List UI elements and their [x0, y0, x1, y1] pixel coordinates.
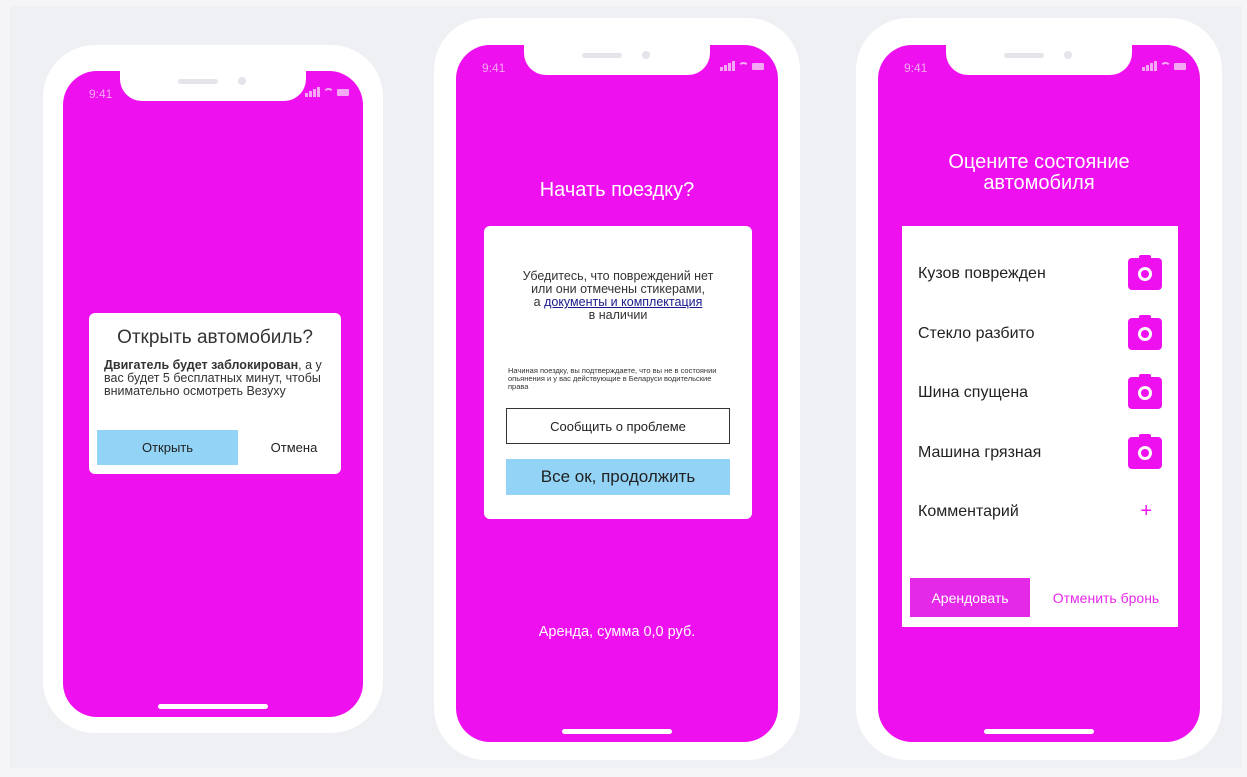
speaker [1004, 53, 1044, 58]
camera-bump [1139, 255, 1151, 260]
signal-icon [1142, 67, 1145, 71]
phone-screen-3: 9:41 Оцените состояние автомобиля Кузов … [878, 45, 1200, 742]
comment-label: Комментарий [918, 503, 1019, 520]
check-line: в наличии [588, 308, 648, 322]
disclaimer-text: Начиная поездку, вы подтверждаете, что в… [508, 366, 717, 391]
battery-icon [1174, 63, 1186, 70]
status-time: 9:41 [482, 61, 506, 75]
wifi-icon [323, 88, 334, 97]
signal-icon [309, 91, 312, 97]
camera-icon[interactable] [1128, 315, 1162, 350]
camera-icon[interactable] [1128, 374, 1162, 409]
speaker [582, 53, 622, 58]
page-title-line: автомобиля [983, 172, 1095, 194]
signal-icon [720, 67, 723, 71]
front-camera [642, 51, 650, 59]
home-indicator [158, 704, 268, 709]
battery-icon [752, 63, 764, 70]
condition-label: Машина грязная [918, 444, 1042, 461]
status-icons [1142, 61, 1186, 73]
camera-bump [1139, 315, 1151, 320]
condition-label: Кузов поврежден [918, 265, 1046, 282]
phone-frame-3: 9:41 Оцените состояние автомобиля Кузов … [856, 18, 1222, 760]
signal-icon [313, 89, 316, 97]
notch [120, 71, 306, 101]
page-title-line: Оцените состояние [948, 151, 1130, 173]
home-indicator [984, 729, 1094, 734]
camera-lens [1138, 327, 1152, 341]
signal-icon [1146, 65, 1149, 71]
open-car-dialog: Открыть автомобиль? Двигатель будет забл… [89, 313, 341, 474]
wifi-icon [1160, 62, 1171, 71]
status-time: 9:41 [904, 61, 928, 75]
signal-icon [317, 87, 320, 97]
mockup-canvas: 9:41 Открыть автомобиль? Двигатель будет… [10, 6, 1242, 768]
open-button[interactable]: Открыть [97, 430, 238, 465]
front-camera [238, 77, 246, 85]
page-title: Начать поездку? [539, 179, 695, 201]
speaker [178, 79, 218, 84]
camera-lens [1138, 386, 1152, 400]
condition-item: Стекло разбито [918, 315, 1162, 352]
page-title: Оцените состояние автомобиля [878, 152, 1200, 194]
condition-label: Стекло разбито [918, 325, 1035, 342]
camera-lens [1138, 446, 1152, 460]
cancel-button[interactable]: Отмена [254, 430, 334, 465]
condition-item: Кузов поврежден [918, 255, 1162, 292]
dialog-body: Двигатель будет заблокирован, а у вас бу… [104, 359, 331, 398]
front-camera [1064, 51, 1072, 59]
phone-screen-2: 9:41 Начать поездку? Убедитесь, что повр… [456, 45, 778, 742]
signal-icon [724, 65, 727, 71]
battery-icon [337, 89, 349, 96]
status-icons [720, 61, 764, 73]
rent-sum: Аренда, сумма 0,0 руб. [538, 624, 696, 640]
check-prefix: а [533, 295, 545, 309]
cancel-booking-button[interactable]: Отменить бронь [1040, 578, 1172, 617]
signal-icon [305, 93, 308, 97]
plus-icon[interactable]: + [1140, 500, 1152, 523]
notch [946, 45, 1132, 75]
notch [524, 45, 710, 75]
phone-screen-1: 9:41 Открыть автомобиль? Двигатель будет… [63, 71, 363, 717]
rent-button[interactable]: Арендовать [910, 578, 1030, 617]
condition-card: Кузов поврежден Стекло разбито Шина спущ… [902, 226, 1178, 627]
signal-icon [732, 61, 735, 71]
signal-icon [1150, 63, 1153, 71]
camera-bump [1139, 374, 1151, 379]
phone-frame-2: 9:41 Начать поездку? Убедитесь, что повр… [434, 18, 800, 760]
continue-button[interactable]: Все ок, продолжить [506, 459, 730, 495]
phone-frame-1: 9:41 Открыть автомобиль? Двигатель будет… [43, 45, 383, 733]
comment-item[interactable]: Комментарий + [918, 494, 1162, 530]
report-problem-button[interactable]: Сообщить о проблеме [506, 408, 730, 444]
status-icons [305, 87, 349, 99]
signal-icon [728, 63, 731, 71]
start-trip-card: Убедитесь, что повреждений нет или они о… [484, 226, 752, 519]
check-instructions: Убедитесь, что повреждений нет или они о… [484, 270, 752, 322]
camera-bump [1139, 434, 1151, 439]
condition-item: Машина грязная [918, 434, 1162, 471]
condition-item: Шина спущена [918, 374, 1162, 411]
dialog-body-bold: Двигатель будет заблокирован [104, 358, 299, 372]
camera-icon[interactable] [1128, 255, 1162, 290]
condition-label: Шина спущена [918, 384, 1029, 401]
home-indicator [562, 729, 672, 734]
status-time: 9:41 [89, 87, 113, 101]
dialog-title: Открыть автомобиль? [117, 327, 313, 348]
documents-link[interactable]: документы и комплектация [544, 295, 702, 309]
camera-icon[interactable] [1128, 434, 1162, 469]
camera-lens [1138, 267, 1152, 281]
wifi-icon [738, 62, 749, 71]
signal-icon [1154, 61, 1157, 71]
